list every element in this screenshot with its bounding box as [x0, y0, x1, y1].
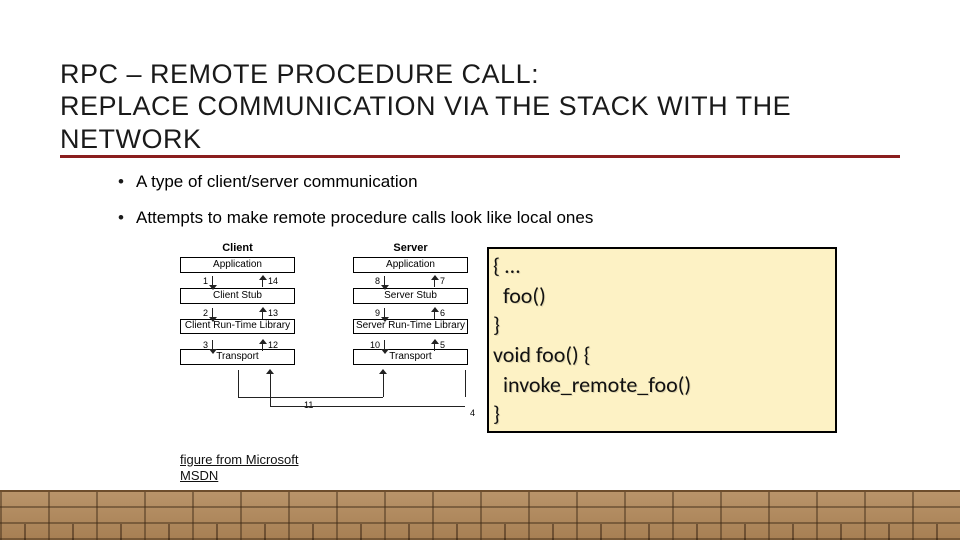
arrow-down-icon — [208, 307, 218, 322]
arrow-pair: 9 6 — [380, 307, 440, 322]
rpc-diagram: Client Application Client Stub Client Ru… — [180, 242, 490, 447]
arrow-down-icon — [380, 307, 390, 322]
client-header: Client — [180, 242, 295, 254]
arrow-num: 8 — [368, 276, 380, 286]
arrow-num: 4 — [470, 408, 475, 418]
arrow-num: 13 — [268, 308, 282, 318]
arrow-down-icon — [380, 339, 390, 354]
arrow-up-icon — [430, 339, 440, 354]
arrow-pair: 10 5 — [380, 339, 440, 354]
arrow-num: 14 — [268, 276, 282, 286]
arrow-num: 2 — [196, 308, 208, 318]
bullet-item: Attempts to make remote procedure calls … — [136, 206, 900, 230]
box-server-stub: Server Stub — [353, 288, 468, 304]
arrow-num: 5 — [440, 340, 454, 350]
arrow-num: 9 — [368, 308, 380, 318]
box-client-app: Application — [180, 257, 295, 273]
arrow-num: 7 — [440, 276, 454, 286]
arrow-down-icon — [208, 275, 218, 290]
server-header: Server — [353, 242, 468, 254]
arrow-up-icon — [430, 307, 440, 322]
arrow-up-icon — [258, 307, 268, 322]
brick-floor — [0, 490, 960, 540]
arrow-num: 10 — [368, 340, 380, 350]
bullet-item: A type of client/server communication — [136, 170, 900, 194]
bullet-list: A type of client/server communication At… — [96, 170, 900, 230]
slide: RPC – REMOTE PROCEDURE CALL: REPLACE COM… — [0, 0, 960, 540]
big-arrow-right: 4 — [270, 370, 465, 406]
title-underline — [60, 155, 900, 158]
arrow-down-icon — [208, 339, 218, 354]
arrow-num: 3 — [196, 340, 208, 350]
arrow-down-icon — [380, 275, 390, 290]
arrow-up-icon — [430, 275, 440, 290]
arrow-pair: 1 14 — [208, 275, 268, 290]
arrow-pair: 3 12 — [208, 339, 268, 354]
arrow-num: 12 — [268, 340, 282, 350]
arrow-up-icon — [258, 275, 268, 290]
code-box: { … foo() } void foo() { invoke_remote_f… — [487, 247, 837, 433]
arrow-pair: 8 7 — [380, 275, 440, 290]
box-server-app: Application — [353, 257, 468, 273]
arrow-num: 6 — [440, 308, 454, 318]
arrow-pair: 2 13 — [208, 307, 268, 322]
box-client-stub: Client Stub — [180, 288, 295, 304]
slide-title: RPC – REMOTE PROCEDURE CALL: REPLACE COM… — [60, 58, 900, 159]
arrow-up-icon — [258, 339, 268, 354]
arrow-num: 1 — [196, 276, 208, 286]
figure-caption: figure from Microsoft MSDN — [180, 452, 335, 483]
